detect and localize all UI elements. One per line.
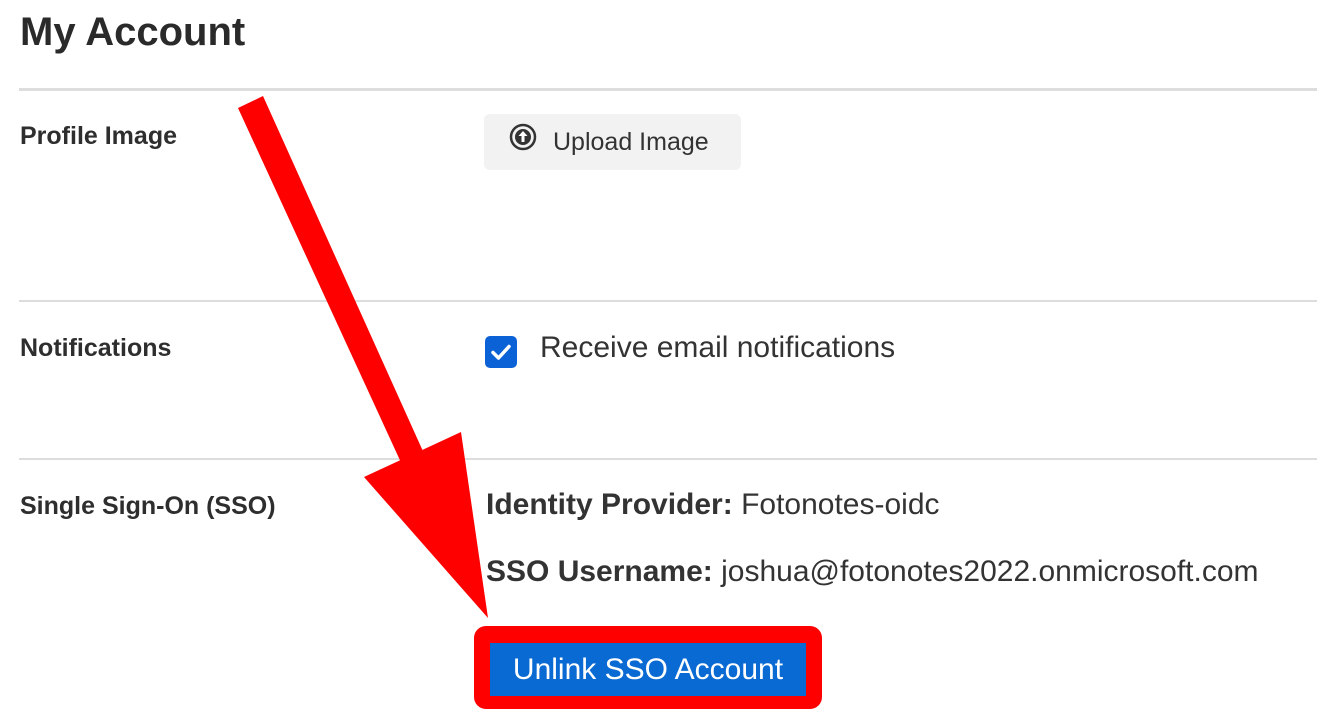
identity-provider-key: Identity Provider:	[486, 488, 733, 521]
profile-image-label: Profile Image	[20, 122, 177, 150]
notifications-label: Notifications	[20, 334, 172, 362]
checkmark-icon	[491, 344, 511, 360]
identity-provider-line: Identity Provider: Fotonotes-oidc	[486, 488, 940, 522]
profile-divider	[19, 300, 1317, 302]
identity-provider-value: Fotonotes-oidc	[741, 488, 940, 521]
sso-label: Single Sign-On (SSO)	[20, 492, 276, 520]
page-title: My Account	[20, 10, 246, 54]
unlink-sso-button[interactable]: Unlink SSO Account	[490, 643, 806, 696]
unlink-sso-label: Unlink SSO Account	[512, 652, 784, 686]
sso-username-value: joshua@fotonotes2022.onmicrosoft.com	[721, 555, 1259, 588]
sso-username-key: SSO Username:	[486, 555, 713, 588]
upload-circle-icon	[509, 123, 537, 151]
upload-image-label: Upload Image	[553, 127, 709, 156]
upload-image-button[interactable]: Upload Image	[484, 114, 741, 170]
notifications-divider	[19, 458, 1317, 460]
email-notifications-label[interactable]: Receive email notifications	[540, 331, 895, 365]
title-divider	[19, 88, 1317, 91]
email-notifications-checkbox[interactable]	[485, 336, 517, 368]
sso-username-line: SSO Username: joshua@fotonotes2022.onmic…	[486, 555, 1259, 589]
